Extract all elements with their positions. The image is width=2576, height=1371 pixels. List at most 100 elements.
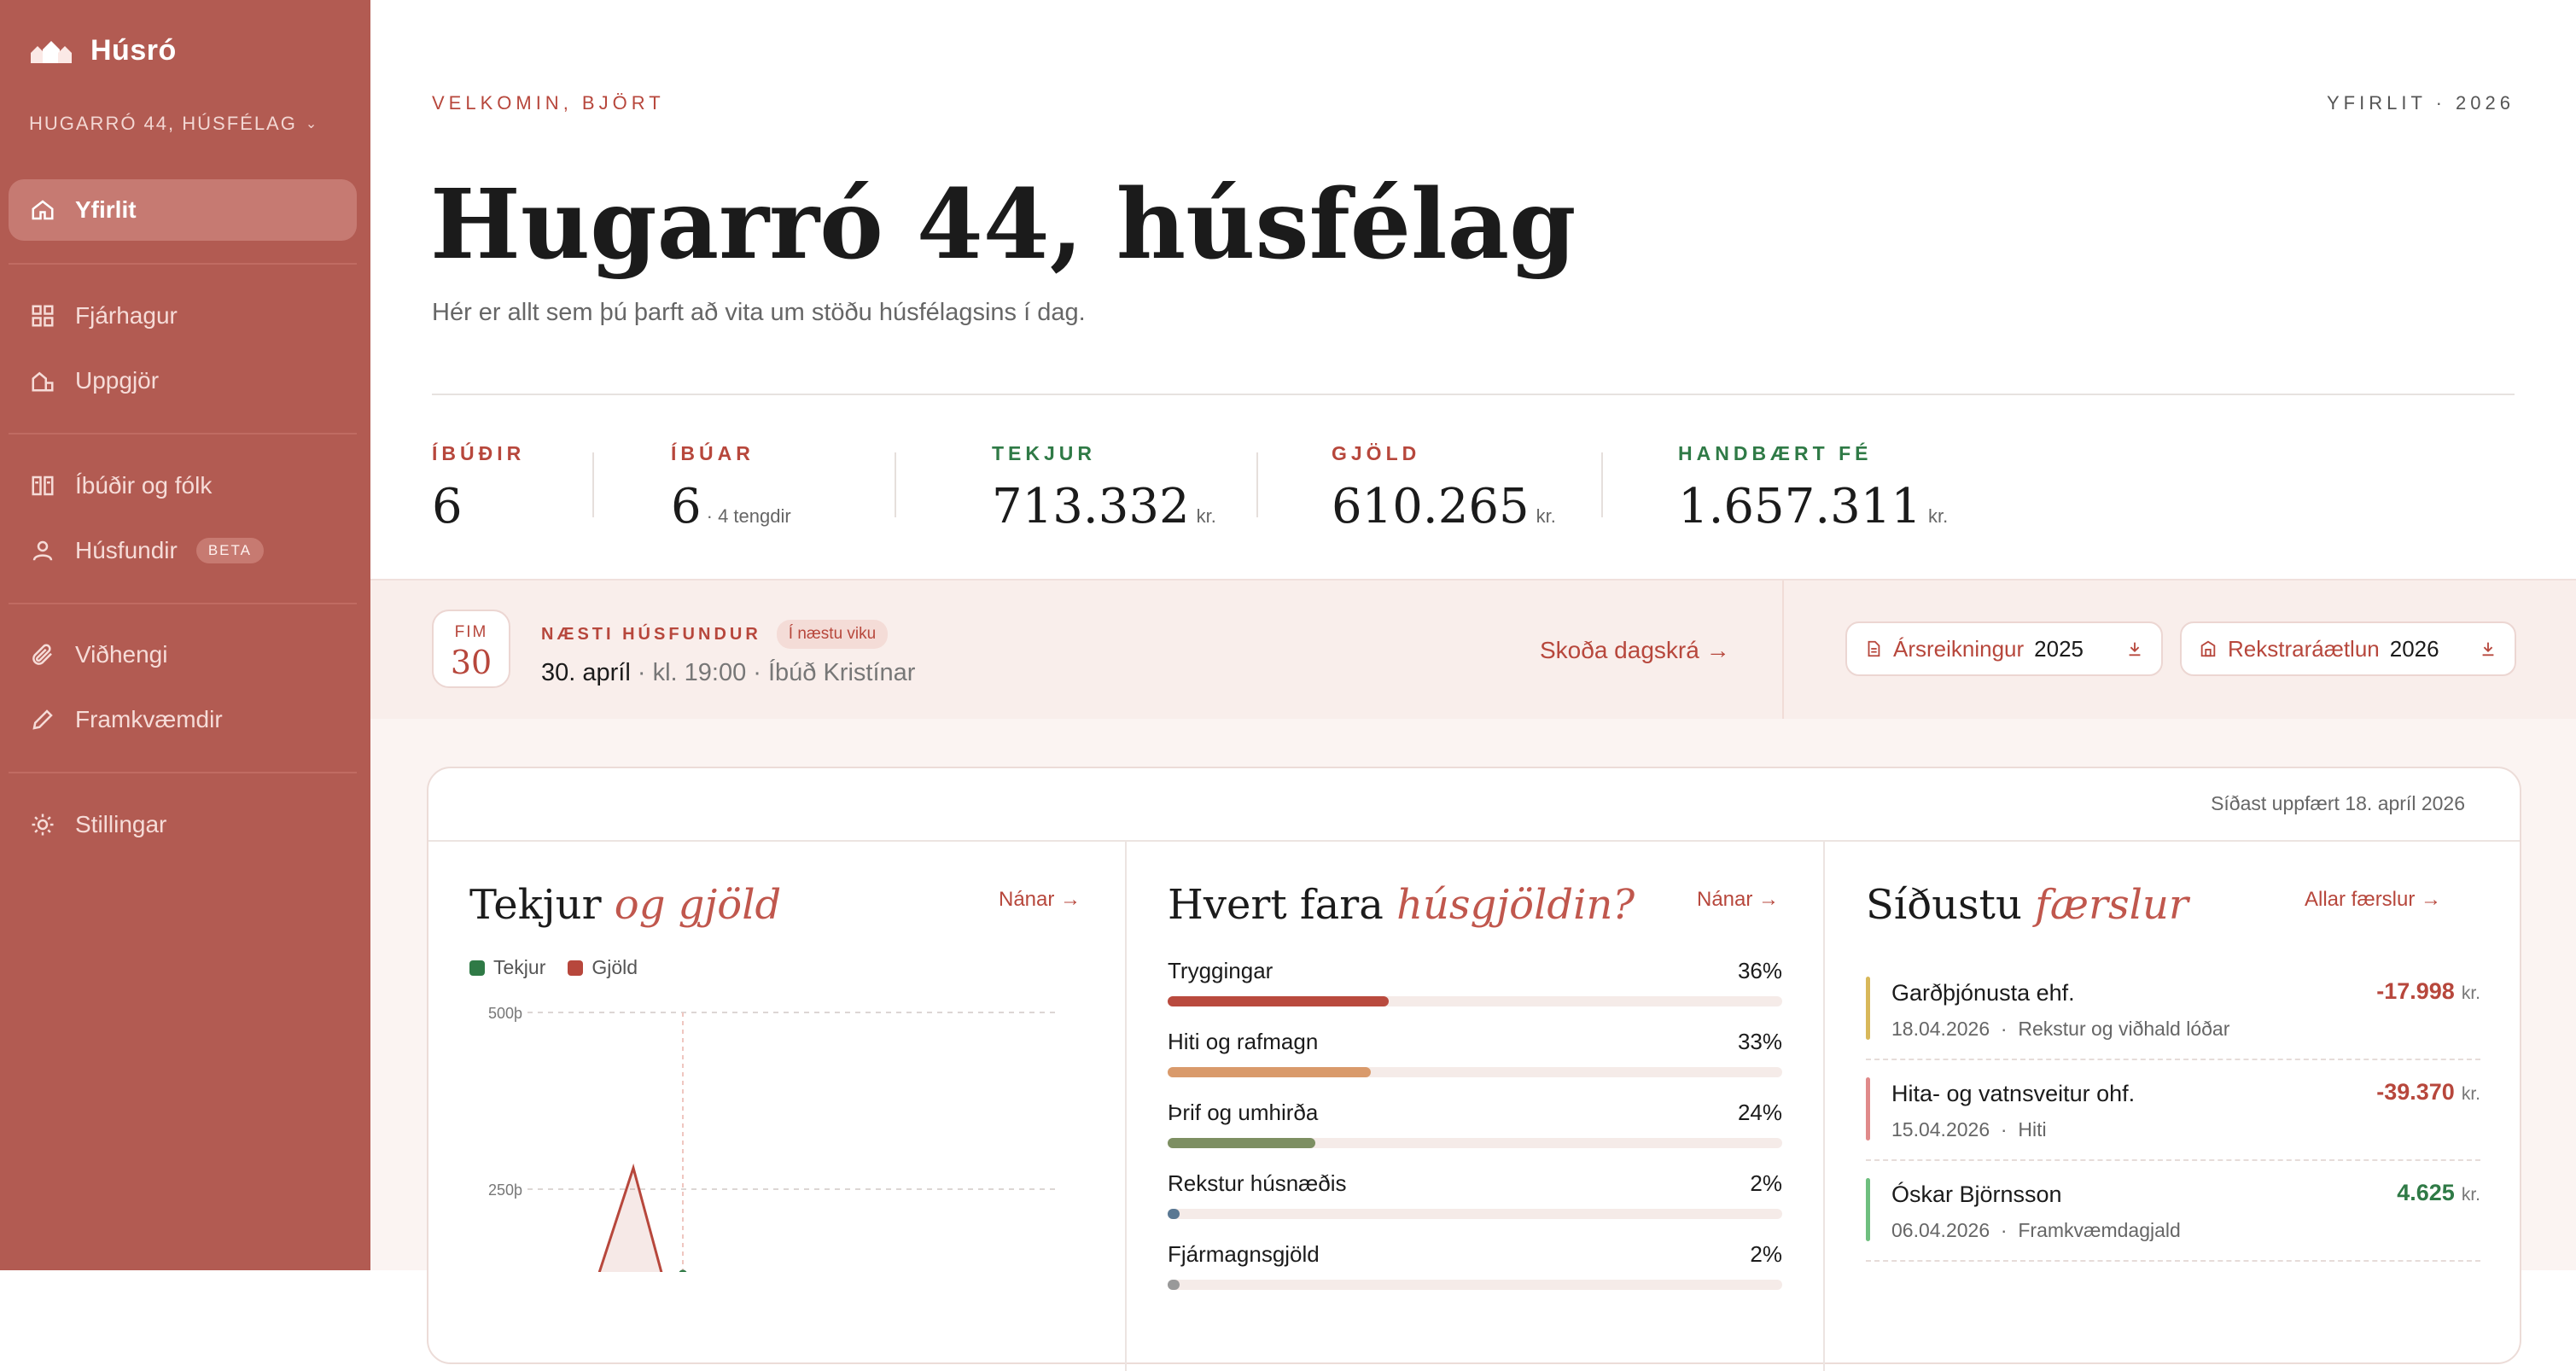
stat-unit: kr. bbox=[1536, 505, 1556, 527]
beta-badge: BETA bbox=[195, 538, 264, 563]
legend-item-gjold: Gjöld bbox=[568, 956, 638, 979]
title-emphasis: og gjöld bbox=[614, 881, 782, 929]
y-tick-label: 500þ bbox=[488, 1005, 522, 1022]
sidebar-item-ibudir-og-folk[interactable]: Íbúðir og fólk bbox=[9, 455, 357, 516]
title-emphasis: færslur bbox=[2035, 881, 2188, 929]
page-title: Hugarró 44, húsfélag bbox=[430, 169, 1576, 281]
category-row: Rekstur húsnæðis 2% bbox=[1168, 1170, 1782, 1219]
sidebar-item-framkvaemdir[interactable]: Framkvæmdir bbox=[9, 689, 357, 750]
stat-number: 6 bbox=[671, 479, 702, 534]
transaction-meta: 18.04.2026 · Rekstur og viðhald lóðar bbox=[1891, 1018, 2230, 1040]
category-fill bbox=[1168, 1138, 1315, 1148]
document-year: 2025 bbox=[2034, 635, 2084, 662]
stat-value: 6 · 4 tengdir bbox=[671, 479, 791, 534]
category-track bbox=[1168, 1280, 1782, 1290]
meeting-date-badge: FIM 30 bbox=[432, 610, 510, 688]
page-subtitle: Hér er allt sem þú þarft að vita um stöð… bbox=[432, 299, 1086, 326]
title-plain: Tekjur bbox=[469, 881, 602, 929]
all-transactions-link[interactable]: Allar færslur → bbox=[2305, 888, 2441, 912]
sidebar-item-stillingar[interactable]: Stillingar bbox=[9, 794, 357, 855]
meeting-day: 30 bbox=[450, 644, 492, 681]
transaction-amount: -17.998 kr. bbox=[2376, 978, 2480, 1005]
series-area-gjöld bbox=[534, 1168, 683, 1272]
sidebar-item-yfirlit[interactable]: Yfirlit bbox=[9, 179, 357, 241]
transaction-row[interactable]: Garðþjónusta ehf. 18.04.2026 · Rekstur o… bbox=[1866, 958, 2480, 1060]
stat-value: 6 bbox=[432, 479, 525, 534]
org-switcher[interactable]: HUGARRÓ 44, HÚSFÉLAG ⌄ bbox=[29, 113, 318, 135]
sidebar-item-label: Fjárhagur bbox=[75, 302, 178, 329]
category-track bbox=[1168, 996, 1782, 1006]
category-percent: 2% bbox=[1750, 1170, 1782, 1196]
category-percent: 24% bbox=[1737, 1100, 1782, 1125]
sidebar-item-label: Stillingar bbox=[75, 811, 167, 837]
overview-year: YFIRLIT · 2026 bbox=[2327, 92, 2515, 114]
categories-details-link[interactable]: Nánar → bbox=[1697, 888, 1779, 912]
user-icon bbox=[29, 537, 56, 564]
sidebar-item-label: Húsfundir bbox=[75, 537, 178, 563]
category-row: Tryggingar 36% bbox=[1168, 958, 1782, 1006]
meeting-weekday: FIM bbox=[454, 623, 488, 641]
last-updated: Síðast uppfært 18. apríl 2026 bbox=[2211, 792, 2465, 814]
stat-unit: kr. bbox=[1928, 505, 1949, 527]
category-name: Þrif og umhirða bbox=[1168, 1100, 1319, 1125]
download-icon bbox=[2482, 642, 2494, 656]
meeting-bar-separator bbox=[1782, 580, 1784, 721]
stat-label: TEKJUR bbox=[992, 442, 1097, 464]
stat-label: GJÖLD bbox=[1332, 442, 1421, 464]
income-details-link[interactable]: Nánar → bbox=[999, 888, 1081, 912]
budget-plan-button[interactable]: Rekstraráætlun 2026 bbox=[2180, 621, 2516, 676]
view-agenda-link[interactable]: Skoða dagskrá → bbox=[1540, 637, 1730, 664]
sidebar-item-uppgjor[interactable]: Uppgjör bbox=[9, 350, 357, 411]
transaction-date: 18.04.2026 bbox=[1891, 1018, 1990, 1040]
legend-item-tekjur: Tekjur bbox=[469, 956, 545, 979]
transaction-row[interactable]: Hita- og vatnsveitur ohf. 15.04.2026 · H… bbox=[1866, 1059, 2480, 1161]
category-name: Fjármagnsgjöld bbox=[1168, 1241, 1320, 1267]
pencil-icon bbox=[29, 706, 56, 733]
sidebar-item-fjarhagur[interactable]: Fjárhagur bbox=[9, 285, 357, 347]
column-separator bbox=[1823, 842, 1825, 1371]
transaction-category: Framkvæmdagjald bbox=[2018, 1219, 2181, 1241]
transaction-meta: 15.04.2026 · Hiti bbox=[1891, 1118, 2047, 1141]
income-card-title: Tekjur og gjöld bbox=[469, 881, 781, 929]
transaction-meta: 06.04.2026 · Framkvæmdagjald bbox=[1891, 1219, 2181, 1241]
meeting-soon-chip: Í næstu viku bbox=[776, 620, 889, 649]
stat-separator bbox=[592, 452, 594, 517]
legend-label: Gjöld bbox=[592, 956, 638, 978]
stat-number: 610.265 bbox=[1332, 479, 1530, 534]
panel-divider bbox=[428, 840, 2520, 842]
transaction-name: Garðþjónusta ehf. bbox=[1891, 980, 2075, 1006]
stat-unit: kr. bbox=[1196, 505, 1216, 527]
category-fill bbox=[1168, 1280, 1180, 1290]
chevron-down-icon: ⌄ bbox=[305, 117, 319, 131]
amount-value: -39.370 bbox=[2376, 1079, 2455, 1105]
transactions-card-title: Síðustu færslur bbox=[1866, 881, 2188, 929]
org-name: HUGARRÓ 44, HÚSFÉLAG bbox=[29, 113, 297, 134]
home-icon bbox=[29, 196, 56, 224]
category-fill bbox=[1168, 1067, 1371, 1077]
category-fill bbox=[1168, 1209, 1180, 1219]
stat-label: ÍBÚAR bbox=[671, 442, 755, 464]
chart-grid: 500þ 250þ bbox=[488, 1005, 1060, 1272]
stat-ibuar: ÍBÚAR 6 · 4 tengdir bbox=[671, 442, 791, 534]
dashboard-lower: Síðast uppfært 18. apríl 2026 Tekjur og … bbox=[370, 719, 2576, 1371]
income-expense-chart: 500þ 250þ bbox=[488, 1005, 1060, 1272]
sidebar-item-label: Yfirlit bbox=[75, 196, 137, 223]
sidebar-item-husfundir[interactable]: Húsfundir BETA bbox=[9, 520, 357, 581]
document-label: Rekstraráætlun bbox=[2228, 635, 2380, 662]
sidebar: Húsró HUGARRÓ 44, HÚSFÉLAG ⌄ Yfirlit Fjá… bbox=[0, 0, 370, 1270]
grid-icon bbox=[29, 302, 56, 330]
sidebar-item-label: Íbúðir og fólk bbox=[75, 472, 213, 499]
transaction-category: Hiti bbox=[2018, 1118, 2047, 1141]
sidebar-item-vidhengi[interactable]: Viðhengi bbox=[9, 624, 357, 686]
dashboard-panel: Síðast uppfært 18. apríl 2026 Tekjur og … bbox=[427, 767, 2521, 1371]
transaction-date: 15.04.2026 bbox=[1891, 1118, 1990, 1141]
header-divider bbox=[432, 394, 2515, 395]
transaction-row[interactable]: Óskar Björnsson 06.04.2026 · Framkvæmdag… bbox=[1866, 1159, 2480, 1262]
category-percent: 2% bbox=[1750, 1241, 1782, 1267]
brand[interactable]: Húsró bbox=[29, 34, 177, 67]
stat-ibudir: ÍBÚÐIR 6 bbox=[432, 442, 525, 534]
annual-report-button[interactable]: Ársreikningur 2025 bbox=[1845, 621, 2163, 676]
stat-value: 713.332 kr. bbox=[992, 479, 1216, 534]
sidebar-divider bbox=[9, 772, 357, 773]
welcome-text: VELKOMIN, BJÖRT bbox=[432, 92, 665, 114]
